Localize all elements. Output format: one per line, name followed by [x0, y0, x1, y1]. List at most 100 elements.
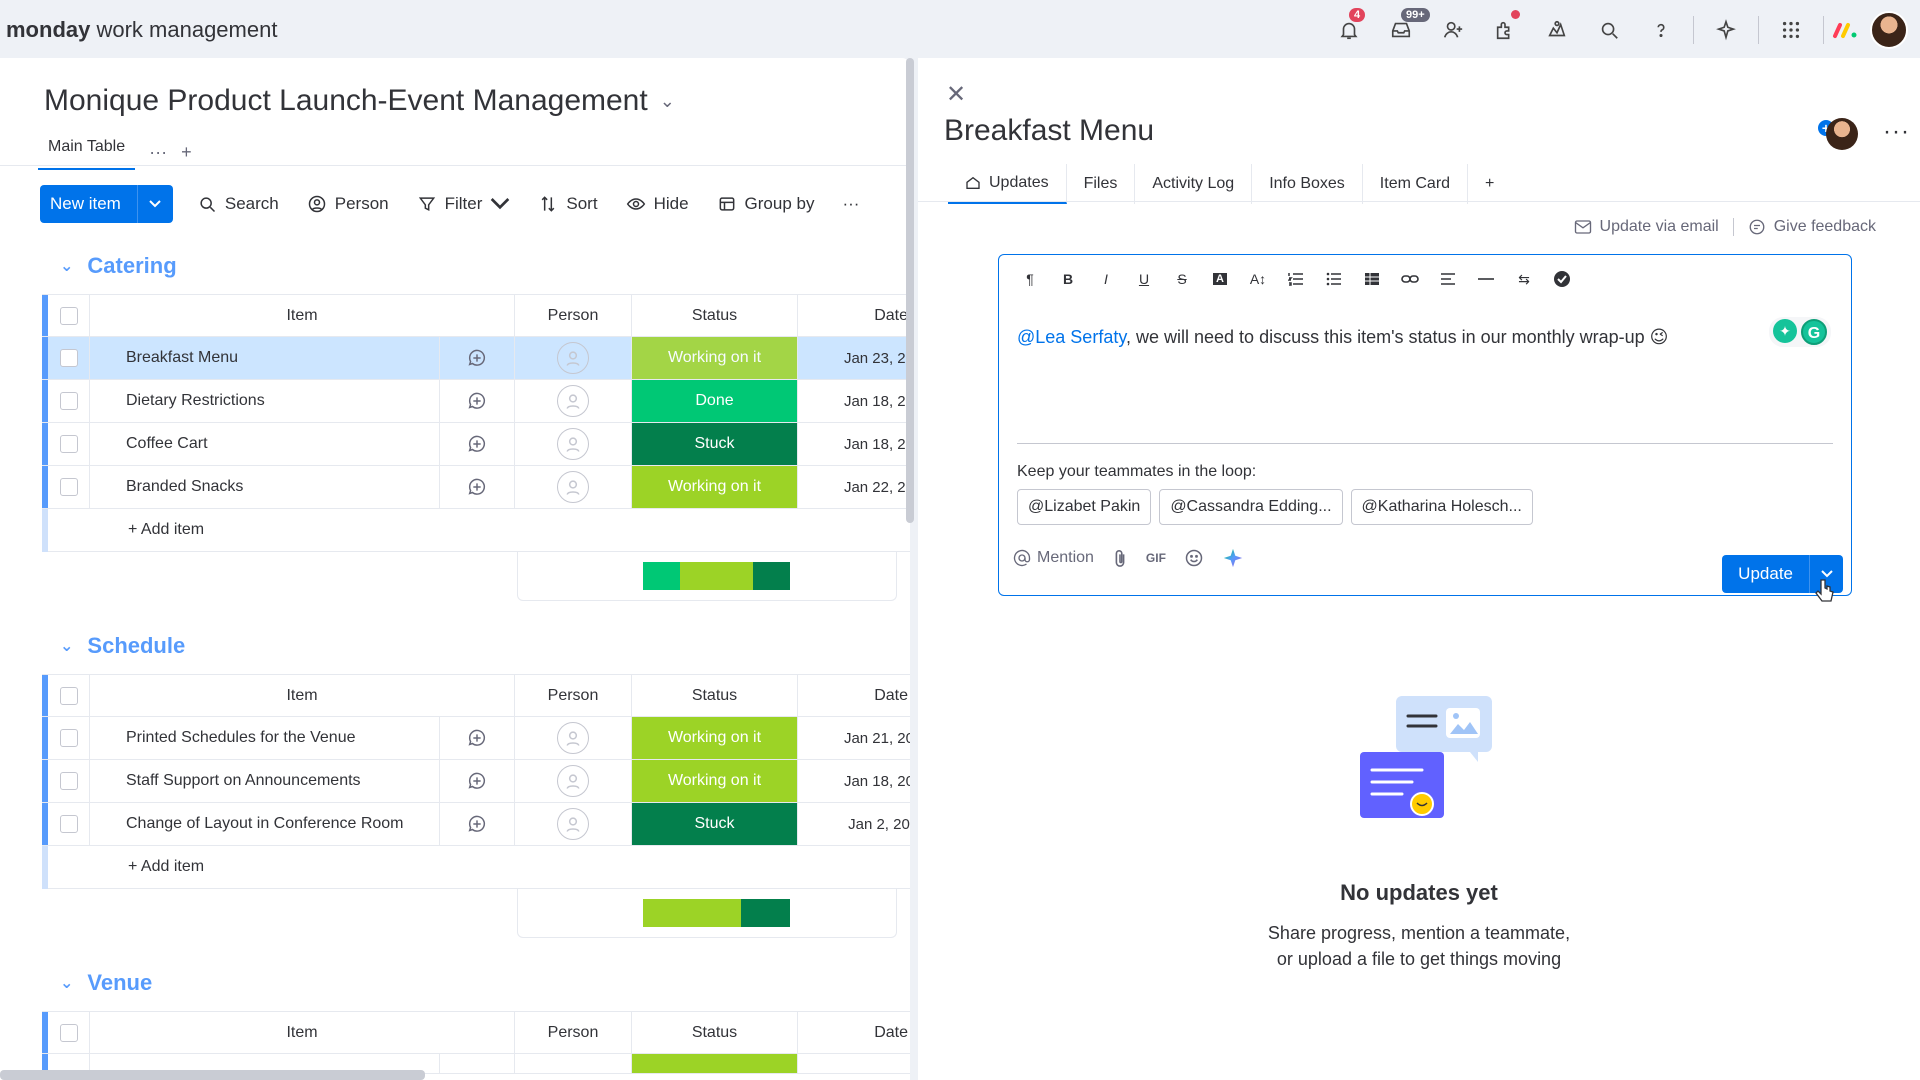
new-item-button[interactable]: New item	[40, 185, 173, 223]
help-icon[interactable]	[1635, 10, 1687, 50]
table-row[interactable]: Printed Schedules for the Venue Working …	[42, 717, 910, 760]
status-summary-bar[interactable]	[643, 899, 790, 927]
add-update-icon[interactable]	[440, 337, 515, 379]
grammarly-icon[interactable]: G	[1801, 319, 1827, 345]
select-all-checkbox[interactable]	[48, 675, 90, 716]
mention-button[interactable]: Mention	[1013, 549, 1094, 567]
ai-assistant-icon[interactable]	[1222, 547, 1244, 569]
person-cell[interactable]	[515, 717, 632, 759]
give-feedback-link[interactable]: Give feedback	[1748, 218, 1876, 236]
mention-tag[interactable]: @Lea Serfaty	[1017, 327, 1126, 347]
status-cell[interactable]: Working on it	[632, 337, 798, 379]
user-avatar[interactable]	[1870, 11, 1908, 49]
date-cell[interactable]: Jan 18, 20	[798, 423, 910, 465]
tab-activity-log[interactable]: Activity Log	[1135, 164, 1253, 204]
column-header-status[interactable]: Status	[632, 675, 798, 716]
item-name[interactable]: Breakfast Menu	[90, 337, 440, 379]
table-row[interactable]: Branded Snacks Working on it Jan 22, 20	[42, 466, 910, 509]
bold-icon[interactable]: B	[1049, 267, 1087, 291]
filter-button[interactable]: Filter	[403, 185, 525, 223]
underline-icon[interactable]: U	[1125, 267, 1163, 291]
checklist-icon[interactable]	[1543, 267, 1581, 291]
table-row[interactable]: Change of Layout in Conference Room Stuc…	[42, 803, 910, 846]
add-view-icon[interactable]: +	[181, 142, 192, 163]
chevron-down-icon[interactable]: ⌄	[60, 973, 73, 993]
select-all-checkbox[interactable]	[48, 1012, 90, 1053]
item-name[interactable]: Coffee Cart	[90, 423, 440, 465]
add-update-icon[interactable]	[440, 760, 515, 802]
item-title[interactable]: Breakfast Menu	[944, 114, 1154, 148]
tab-files[interactable]: Files	[1067, 164, 1136, 204]
paragraph-icon[interactable]: ¶	[1011, 267, 1049, 291]
link-icon[interactable]	[1391, 267, 1429, 291]
apps-marketplace-icon[interactable]	[1479, 10, 1531, 50]
sort-button[interactable]: Sort	[524, 185, 611, 223]
grammarly-bulb-icon[interactable]: ✦	[1773, 319, 1797, 343]
person-filter-button[interactable]: Person	[293, 185, 403, 223]
group-title[interactable]: Venue	[87, 970, 152, 996]
item-name[interactable]: Dietary Restrictions	[90, 380, 440, 422]
integrations-icon[interactable]	[1531, 10, 1583, 50]
invite-members-icon[interactable]	[1427, 10, 1479, 50]
row-checkbox[interactable]	[48, 466, 90, 508]
group-header-venue[interactable]: ⌄ Venue	[60, 970, 152, 996]
row-checkbox[interactable]	[48, 803, 90, 845]
add-item-row[interactable]: + Add item	[42, 509, 910, 552]
column-header-date[interactable]: Date	[798, 1012, 910, 1053]
bullet-list-icon[interactable]	[1315, 267, 1353, 291]
column-header-item[interactable]: Item	[90, 295, 515, 336]
status-cell[interactable]: Stuck	[632, 803, 798, 845]
add-update-icon[interactable]	[440, 423, 515, 465]
inbox-icon[interactable]: 99+	[1375, 8, 1430, 50]
table-row[interactable]: Coffee Cart Stuck Jan 18, 20	[42, 423, 910, 466]
column-header-item[interactable]: Item	[90, 675, 515, 716]
toolbar-more-button[interactable]: ···	[828, 185, 873, 223]
add-update-icon[interactable]	[440, 466, 515, 508]
status-cell[interactable]: Working on it	[632, 760, 798, 802]
item-name[interactable]: Staff Support on Announcements	[90, 760, 440, 802]
item-name[interactable]: Branded Snacks	[90, 466, 440, 508]
column-header-item[interactable]: Item	[90, 1012, 515, 1053]
attach-file-icon[interactable]	[1112, 549, 1128, 567]
date-cell[interactable]: Jan 23, 20	[798, 337, 910, 379]
person-cell[interactable]	[515, 803, 632, 845]
board-vertical-scrollbar[interactable]	[906, 58, 914, 523]
item-name[interactable]: Change of Layout in Conference Room	[90, 803, 440, 845]
update-text[interactable]: @Lea Serfaty, we will need to discuss th…	[1017, 327, 1668, 348]
text-color-icon[interactable]: A	[1201, 267, 1239, 291]
column-header-person[interactable]: Person	[515, 675, 632, 716]
update-editor[interactable]: ¶ B I U S A A↕ ⇆ @Lea Serfaty, we will n…	[998, 254, 1852, 596]
tab-info-boxes[interactable]: Info Boxes	[1252, 164, 1363, 204]
row-checkbox[interactable]	[48, 423, 90, 465]
date-cell[interactable]: Jan 18, 20	[798, 760, 910, 802]
brand-logo[interactable]: monday work management	[6, 17, 277, 43]
date-cell[interactable]: Jan 21, 20	[798, 717, 910, 759]
date-cell[interactable]: Jan 22, 20	[798, 466, 910, 508]
group-title[interactable]: Catering	[87, 253, 176, 279]
column-header-person[interactable]: Person	[515, 1012, 632, 1053]
text-direction-icon[interactable]: ⇆	[1505, 267, 1543, 291]
person-cell[interactable]	[515, 337, 632, 379]
add-item-row[interactable]: + Add item	[42, 846, 910, 889]
close-icon[interactable]: ✕	[946, 80, 966, 109]
status-summary-bar[interactable]	[643, 562, 790, 590]
table-row[interactable]: Breakfast Menu Working on it Jan 23, 20	[42, 337, 910, 380]
date-cell[interactable]: Jan 18, 20	[798, 380, 910, 422]
panel-more-icon[interactable]: ···	[1883, 118, 1910, 146]
chevron-down-icon[interactable]: ⌄	[60, 636, 73, 656]
hide-button[interactable]: Hide	[612, 185, 703, 223]
table-icon[interactable]	[1353, 267, 1391, 291]
status-cell[interactable]: Working on it	[632, 717, 798, 759]
chevron-down-icon[interactable]: ⌄	[660, 91, 675, 112]
add-tab-button[interactable]: +	[1468, 164, 1511, 204]
teammate-chip[interactable]: @Cassandra Edding...	[1159, 489, 1343, 525]
add-update-icon[interactable]	[440, 380, 515, 422]
column-header-date[interactable]: Date	[798, 295, 910, 336]
board-title[interactable]: Monique Product Launch-Event Management …	[44, 84, 675, 118]
app-grid-icon[interactable]	[1765, 10, 1817, 50]
align-icon[interactable]	[1429, 267, 1467, 291]
add-update-icon[interactable]	[440, 803, 515, 845]
date-cell[interactable]: Jan 2, 20:	[798, 803, 910, 845]
teammate-chip[interactable]: @Katharina Holesch...	[1350, 489, 1533, 525]
column-header-status[interactable]: Status	[632, 295, 798, 336]
